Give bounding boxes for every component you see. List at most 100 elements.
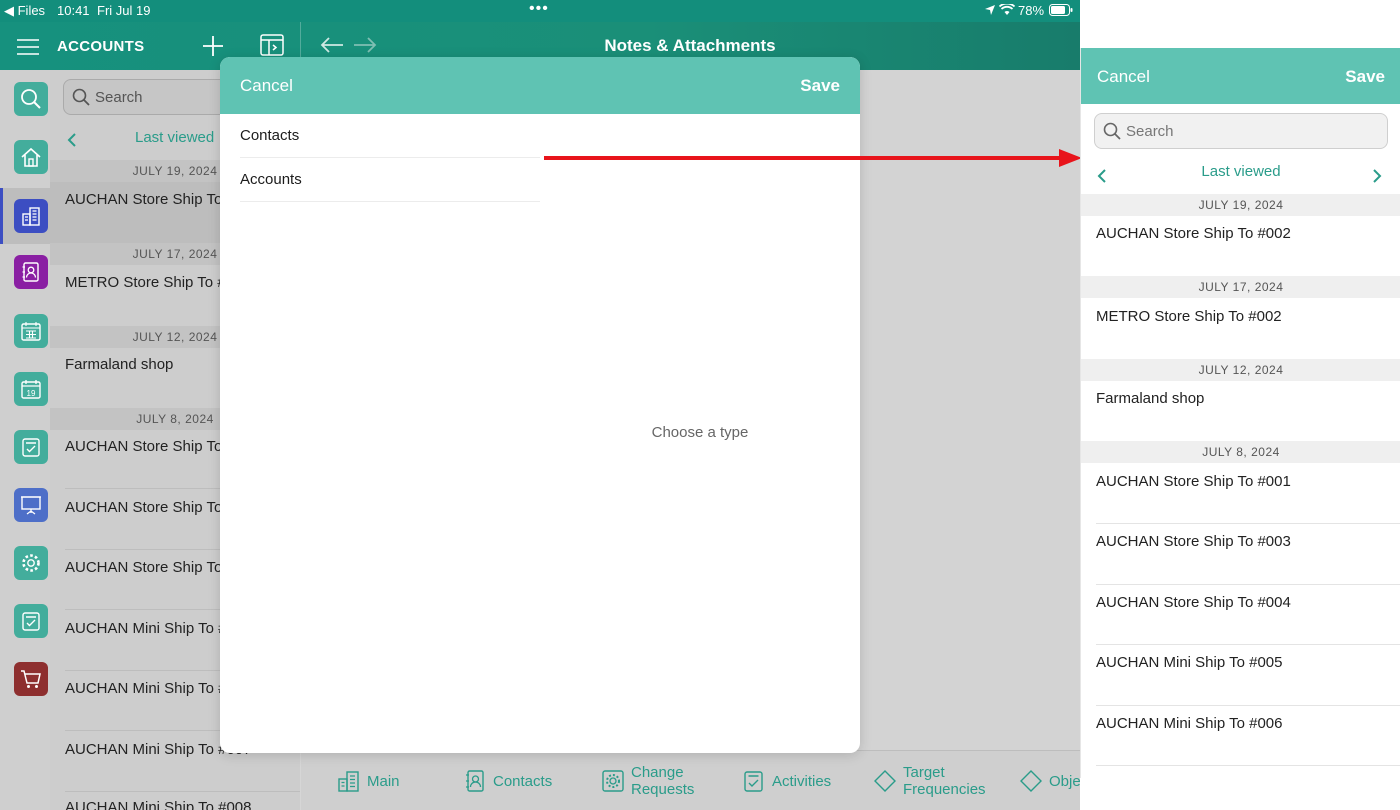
modal-header: Cancel Save (220, 57, 860, 114)
list-item[interactable]: METRO Store Ship To #002 (1096, 308, 1282, 325)
search-icon (1103, 122, 1121, 140)
status-time: 10:41 (57, 3, 90, 18)
row-divider (1096, 644, 1400, 645)
list-item[interactable]: AUCHAN Store Ship To (65, 438, 222, 455)
cancel-button[interactable]: Cancel (1097, 67, 1150, 87)
rail-item-orders[interactable] (14, 662, 48, 696)
list-item[interactable]: AUCHAN Store Ship To #001 (1096, 473, 1291, 490)
rail-item-accounts[interactable] (14, 199, 48, 233)
chevron-right-icon[interactable] (1372, 168, 1382, 184)
svg-text:19: 19 (27, 389, 36, 398)
list-item[interactable]: AUCHAN Store Ship To #004 (1096, 594, 1291, 611)
tab-objectives[interactable]: Obje (1019, 751, 1080, 810)
tab-label-line: Requests (631, 781, 695, 798)
page-title: Notes & Attachments (604, 36, 776, 55)
checklist-icon (744, 771, 763, 792)
rail-item-settings[interactable] (14, 546, 48, 580)
list-item[interactable]: AUCHAN Store Ship To (65, 499, 222, 516)
cart-icon (21, 670, 41, 688)
tab-change-requests-label: Change Requests (631, 764, 694, 798)
battery-icon (1049, 4, 1073, 19)
status-date: Fri Jul 19 (97, 3, 151, 18)
list-item[interactable]: AUCHAN Store Ship To #003 (1096, 533, 1291, 550)
section-header: JULY 19, 2024 (1081, 194, 1400, 216)
search-placeholder: Search (1126, 123, 1174, 140)
list-item[interactable]: AUCHAN Store Ship To #002 (1096, 225, 1291, 242)
checklist-icon (22, 612, 40, 631)
forward-arrow-icon[interactable] (353, 36, 377, 59)
section-header: JULY 17, 2024 (1081, 276, 1400, 298)
accounts-icon (22, 207, 40, 226)
more-dots-icon[interactable]: ••• (529, 0, 549, 18)
tab-label-line: Target (903, 764, 945, 781)
list-item[interactable]: AUCHAN Mini Ship To #005 (1096, 654, 1282, 671)
list-item[interactable]: AUCHAN Mini Ship To # (65, 620, 226, 637)
list-item[interactable]: AUCHAN Mini Ship To #008 (65, 799, 251, 810)
checklist-icon (22, 438, 40, 457)
presentation-icon (21, 496, 41, 515)
section-header: JULY 12, 2024 (1081, 359, 1400, 381)
list-item[interactable]: AUCHAN Store Ship To (65, 191, 222, 208)
cancel-button[interactable]: Cancel (240, 76, 293, 96)
back-to-files-link[interactable]: ◀ Files (4, 3, 45, 19)
wifi-icon (998, 2, 1016, 19)
row-divider (65, 791, 300, 792)
main-app-window: ◀ Files 10:41 Fri Jul 19 ••• 78% ACCOUNT… (0, 0, 1080, 810)
rail-item-checklists[interactable] (14, 604, 48, 638)
tab-main-label: Main (367, 772, 400, 790)
row-divider (1096, 584, 1400, 585)
type-option-contacts[interactable]: Contacts (240, 114, 540, 158)
tab-label-line: Frequencies (903, 781, 986, 798)
tab-target-frequencies-label: Target Frequencies (903, 764, 986, 798)
battery-percent: 78% (1018, 3, 1045, 18)
location-icon (984, 4, 996, 19)
row-divider (1096, 765, 1400, 766)
section-header: JULY 8, 2024 (1081, 441, 1400, 463)
status-bar: ◀ Files 10:41 Fri Jul 19 ••• 78% (0, 0, 1080, 22)
diamond-icon (1020, 770, 1042, 792)
tab-activities-label: Activities (772, 772, 832, 790)
tab-contacts[interactable]: Contacts (463, 751, 552, 810)
save-button[interactable]: Save (1345, 67, 1385, 87)
last-viewed-label: Last viewed (135, 129, 215, 146)
search-input[interactable]: Search (1094, 113, 1388, 149)
rail-item-presentations[interactable] (14, 488, 48, 522)
contacts-icon (22, 262, 39, 282)
last-viewed-label: Last viewed (1201, 163, 1281, 180)
list-item[interactable]: AUCHAN Mini Ship To #006 (1096, 715, 1282, 732)
tab-target-frequencies[interactable]: Target Frequencies (873, 751, 986, 810)
rail-item-day-calendar[interactable]: 19 (14, 372, 48, 406)
search-icon (21, 89, 41, 109)
chevron-left-icon[interactable] (67, 132, 77, 148)
save-button[interactable]: Save (800, 76, 840, 96)
diamond-icon (874, 770, 896, 792)
zoomed-modal-panel: Cancel Save Search Last viewed JULY 19, … (1080, 48, 1400, 778)
section-title: ACCOUNTS (57, 38, 145, 55)
list-item[interactable]: AUCHAN Store Ship To (65, 559, 222, 576)
tab-label-line: Change (631, 764, 684, 781)
tab-change-requests[interactable]: Change Requests (601, 751, 694, 810)
zoom-modal-header: Cancel Save (1081, 48, 1400, 104)
menu-icon[interactable] (17, 39, 39, 60)
tab-activities[interactable]: Activities (742, 751, 831, 810)
tab-objectives-label: Obje (1049, 772, 1080, 790)
row-divider (1096, 523, 1400, 524)
search-icon (72, 88, 90, 106)
rail-item-home[interactable] (14, 140, 48, 174)
row-divider (1096, 705, 1400, 706)
tab-main[interactable]: Main (337, 751, 400, 810)
rail-item-tasks[interactable] (14, 430, 48, 464)
type-option-accounts[interactable]: Accounts (240, 158, 540, 202)
accounts-icon (338, 771, 359, 792)
list-item[interactable]: Farmaland shop (1096, 390, 1204, 407)
rail-item-calendar[interactable] (14, 314, 48, 348)
rail-item-contacts[interactable] (14, 255, 48, 289)
contacts-icon (466, 770, 484, 792)
list-item[interactable]: AUCHAN Mini Ship To # (65, 680, 226, 697)
screenshot-stage: ◀ Files 10:41 Fri Jul 19 ••• 78% ACCOUNT… (0, 0, 1400, 810)
annotation-arrow (544, 149, 1082, 167)
list-item[interactable]: Farmaland shop (65, 356, 173, 373)
rail-item-search[interactable] (14, 82, 48, 116)
list-item[interactable]: METRO Store Ship To # (65, 274, 226, 291)
back-arrow-icon[interactable] (320, 36, 344, 59)
